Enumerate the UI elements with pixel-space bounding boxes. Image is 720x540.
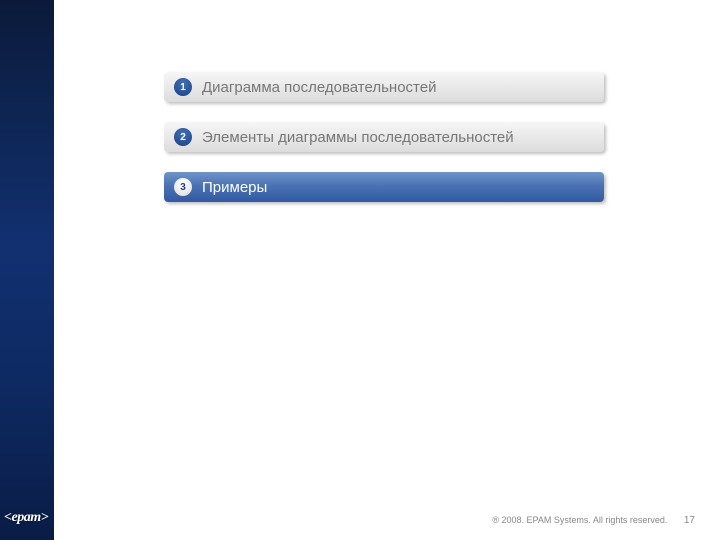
agenda-item-3: 3 Примеры	[164, 172, 604, 202]
agenda-badge-3: 3	[174, 178, 192, 196]
slide: <epam> 1 Диаграмма последовательностей 2…	[0, 0, 720, 540]
agenda-badge-2: 2	[174, 128, 192, 146]
agenda-badge-1: 1	[174, 78, 192, 96]
logo: <epam>	[4, 510, 48, 526]
agenda-item-1: 1 Диаграмма последовательностей	[164, 72, 604, 102]
agenda-label-2: Элементы диаграммы последовательностей	[202, 129, 514, 146]
agenda-label-3: Примеры	[202, 179, 267, 196]
copyright-text: ® 2008. EPAM Systems. All rights reserve…	[492, 515, 667, 525]
page-number: 17	[684, 515, 695, 526]
agenda-item-2: 2 Элементы диаграммы последовательностей	[164, 122, 604, 152]
sidebar-band: <epam>	[0, 0, 54, 540]
footer: ® 2008. EPAM Systems. All rights reserve…	[492, 515, 695, 526]
agenda-label-1: Диаграмма последовательностей	[202, 79, 436, 96]
agenda-list: 1 Диаграмма последовательностей 2 Элемен…	[164, 72, 604, 222]
content-area: 1 Диаграмма последовательностей 2 Элемен…	[54, 0, 720, 540]
